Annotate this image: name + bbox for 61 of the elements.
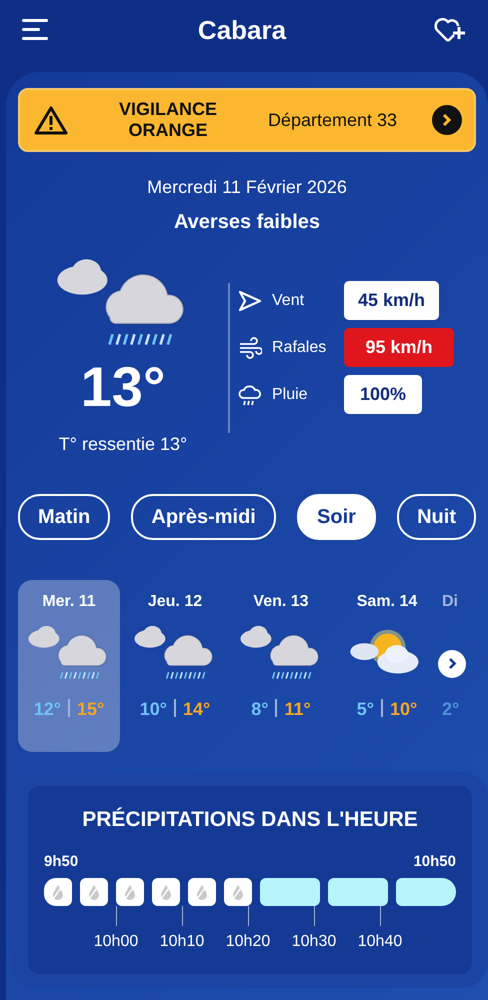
forecast-date: Mercredi 11 Février 2026 [146, 176, 348, 199]
rain-icon [238, 382, 262, 406]
alert-banner[interactable]: VIGILANCE ORANGE Département 33 [18, 88, 476, 152]
no-rain-icon [87, 884, 101, 900]
stat-label: Pluie [272, 384, 309, 404]
city-title: Cabara [198, 14, 286, 46]
day-card[interactable]: Sam. 14 5° 10° [336, 580, 438, 752]
start-time: 9h50 [44, 852, 78, 872]
chevron-right-icon [442, 113, 452, 127]
favorite-add-icon[interactable] [434, 17, 466, 43]
no-rain-icon [231, 884, 245, 900]
day-label: Sam. 14 [356, 592, 418, 612]
warning-icon [34, 105, 68, 135]
no-rain-icon [195, 884, 209, 900]
alert-title: VIGILANCE ORANGE [118, 99, 218, 141]
alert-area: Département 33 [268, 106, 398, 134]
tick-label: 10h40 [356, 932, 404, 952]
no-rain-icon [159, 884, 173, 900]
no-rain-icon [123, 884, 137, 900]
low-temperature: 5° [356, 699, 374, 720]
stat-value: 95 km/h [344, 328, 454, 367]
high-temperature: 11° [284, 699, 311, 720]
tick-label: 10h10 [158, 932, 206, 952]
stat-label: Rafales [272, 338, 328, 358]
paper-plane-icon [238, 290, 262, 312]
day-label: Mer. 11 [41, 592, 97, 612]
feels-like-text: T° ressentie 13° [58, 432, 188, 456]
section-title: PRÉCIPITATIONS DANS L'HEURE [81, 806, 419, 833]
day-label: Jeu. 12 [146, 592, 204, 612]
no-rain-icon [51, 884, 65, 900]
condition-text: Averses faibles [172, 210, 321, 235]
next-button[interactable] [438, 650, 466, 678]
chevron-right-icon [448, 657, 456, 670]
stat-value: 45 km/h [344, 281, 440, 320]
period-tab[interactable]: Soir [297, 494, 376, 540]
end-time: 10h50 [413, 852, 456, 872]
wind-icon [238, 336, 262, 358]
period-tab[interactable]: Après-midi [131, 494, 276, 540]
period-tab[interactable]: Nuit [397, 494, 476, 540]
chevron-button[interactable] [432, 105, 462, 135]
high-temperature: 10° [390, 699, 418, 720]
high-temperature: 14° [183, 699, 210, 720]
period-tab[interactable]: Matin [18, 494, 110, 540]
low-temperature: 8° [251, 699, 268, 720]
low-temperature: 12° [34, 699, 61, 720]
day-card[interactable]: Mer. 11 12° 15° [18, 580, 120, 752]
tick-label: 10h00 [92, 932, 140, 952]
menu-icon[interactable] [22, 18, 50, 42]
day-card[interactable]: Ven. 13 8° 11° [230, 580, 332, 752]
day-card[interactable]: Di 2° [442, 580, 476, 752]
high-temperature: 15° [77, 699, 104, 720]
low-temperature: 2° [442, 698, 460, 719]
low-temperature: 10° [140, 699, 167, 720]
tick-label: 10h20 [224, 932, 272, 952]
stat-value: 100% [344, 375, 422, 414]
temperature: 13° [80, 358, 166, 415]
stat-label: Vent [272, 290, 306, 310]
tick-label: 10h30 [290, 932, 338, 952]
day-card[interactable]: Jeu. 12 10° 14° [124, 580, 226, 752]
day-label: Di [442, 592, 459, 612]
day-label: Ven. 13 [252, 592, 310, 612]
